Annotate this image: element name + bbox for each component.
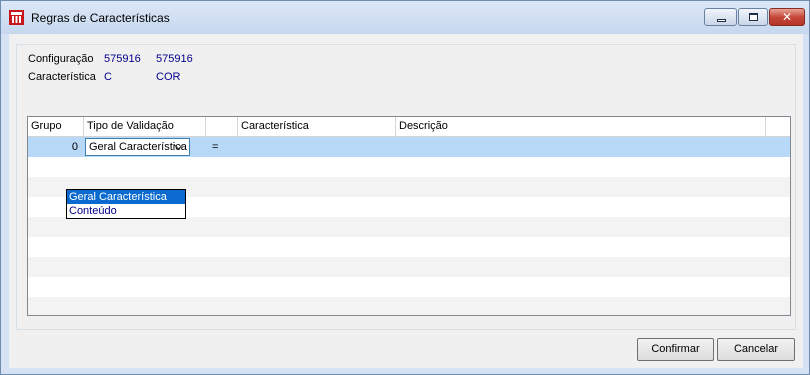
cell-grupo: 0 [71, 141, 78, 153]
dropdown-option-geral-caracteristica[interactable]: Geral Característica [67, 190, 185, 204]
minimize-icon [717, 19, 726, 22]
caracteristica-value-2: COR [156, 71, 181, 83]
cancel-button-label: Cancelar [733, 343, 779, 355]
cancel-button[interactable]: Cancelar [717, 338, 795, 361]
column-header-operator[interactable] [206, 117, 238, 137]
cell-caracteristica[interactable] [241, 137, 391, 157]
column-header-caracteristica[interactable]: Característica [238, 117, 396, 137]
tipo-validacao-dropdown-list[interactable]: Geral Característica Conteúdo [66, 189, 186, 219]
grid-header: Grupo Tipo de Validação Característica D… [28, 117, 790, 137]
table-row[interactable] [28, 297, 790, 315]
chevron-down-icon[interactable] [173, 141, 184, 152]
close-icon: ✕ [781, 10, 793, 24]
caracteristica-label: Característica [28, 71, 96, 83]
dropdown-option-conteudo[interactable]: Conteúdo [67, 204, 185, 218]
confirm-button-label: Confirmar [651, 343, 700, 355]
close-button[interactable]: ✕ [769, 8, 805, 26]
title-bar[interactable]: Regras de Características ✕ [1, 1, 809, 34]
dialog-window: Regras de Características ✕ Configuração… [0, 0, 810, 375]
table-row[interactable] [28, 277, 790, 297]
maximize-icon [749, 13, 758, 21]
column-header-descricao[interactable]: Descrição [396, 117, 766, 137]
table-row[interactable] [28, 237, 790, 257]
maximize-button[interactable] [738, 8, 768, 26]
minimize-button[interactable] [704, 8, 737, 26]
column-header-tipo-validacao[interactable]: Tipo de Validação [84, 117, 206, 137]
window-title: Regras de Características [31, 11, 170, 25]
configuracao-value-2: 575916 [156, 53, 193, 65]
tipo-validacao-select[interactable]: Geral Característica [85, 138, 190, 156]
confirm-button[interactable]: Confirmar [637, 338, 714, 361]
app-logo-icon [9, 10, 24, 25]
configuracao-label: Configuração [28, 53, 94, 65]
column-header-grupo[interactable]: Grupo [28, 117, 84, 137]
table-row[interactable] [28, 157, 790, 177]
table-row[interactable] [28, 217, 790, 237]
dialog-client-area: Configuração 575916 575916 Característic… [9, 34, 803, 368]
cell-operator: = [212, 141, 219, 153]
cell-descricao [399, 137, 759, 157]
table-row[interactable]: 0 Geral Característica = [28, 137, 790, 157]
table-row[interactable] [28, 257, 790, 277]
caracteristica-value-1: C [104, 71, 112, 83]
configuracao-value-1: 575916 [104, 53, 141, 65]
